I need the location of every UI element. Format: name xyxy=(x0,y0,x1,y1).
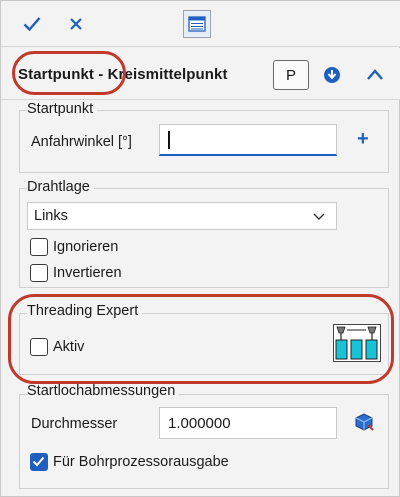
invertieren-checkbox[interactable] xyxy=(30,264,48,282)
section-title: Startpunkt - Kreismittelpunkt xyxy=(18,66,228,83)
text-caret xyxy=(168,130,170,149)
durchmesser-value: 1.000000 xyxy=(168,414,231,432)
startloch-group-label: Startlochabmessungen xyxy=(27,383,180,399)
drahtlage-select[interactable]: Links xyxy=(27,202,337,230)
section-header: Startpunkt - Kreismittelpunkt P xyxy=(1,48,400,100)
bohr-label: Für Bohrprozessorausgabe xyxy=(53,454,229,470)
ignorieren-checkbox[interactable] xyxy=(30,238,48,256)
anfahrwinkel-label: Anfahrwinkel [°] xyxy=(31,134,132,150)
threading-group-label: Threading Expert xyxy=(27,303,143,319)
p-button[interactable]: P xyxy=(273,60,309,90)
startpunkt-group-label: Startpunkt xyxy=(27,101,98,117)
chevron-down-icon xyxy=(313,213,325,220)
plus-icon[interactable]: + xyxy=(357,128,369,151)
table-view-button[interactable] xyxy=(183,10,211,38)
aktiv-checkbox[interactable] xyxy=(30,338,48,356)
toolbar xyxy=(1,1,400,47)
checkmark-icon xyxy=(32,456,45,467)
circle-arrow-down-icon[interactable] xyxy=(323,66,341,84)
measure-cube-icon[interactable] xyxy=(353,411,375,433)
ok-button[interactable] xyxy=(19,11,45,37)
durchmesser-input[interactable]: 1.000000 xyxy=(159,407,337,439)
ignorieren-label: Ignorieren xyxy=(53,239,119,255)
threading-expert-icon[interactable] xyxy=(333,324,381,362)
anfahrwinkel-input[interactable] xyxy=(159,124,337,156)
chevron-up-icon[interactable] xyxy=(365,66,385,84)
checkmark-icon xyxy=(23,17,41,32)
dialog-panel: Startpunkt - Kreismittelpunkt P Startpun… xyxy=(0,0,400,497)
invertieren-label: Invertieren xyxy=(53,265,122,281)
table-icon xyxy=(188,16,206,32)
bohr-checkbox[interactable] xyxy=(30,453,48,471)
close-icon xyxy=(70,18,82,30)
cancel-button[interactable] xyxy=(63,11,89,37)
aktiv-label: Aktiv xyxy=(53,339,85,355)
durchmesser-label: Durchmesser xyxy=(31,416,118,432)
drahtlage-group-label: Drahtlage xyxy=(27,179,94,195)
drahtlage-selected-value: Links xyxy=(34,208,68,224)
